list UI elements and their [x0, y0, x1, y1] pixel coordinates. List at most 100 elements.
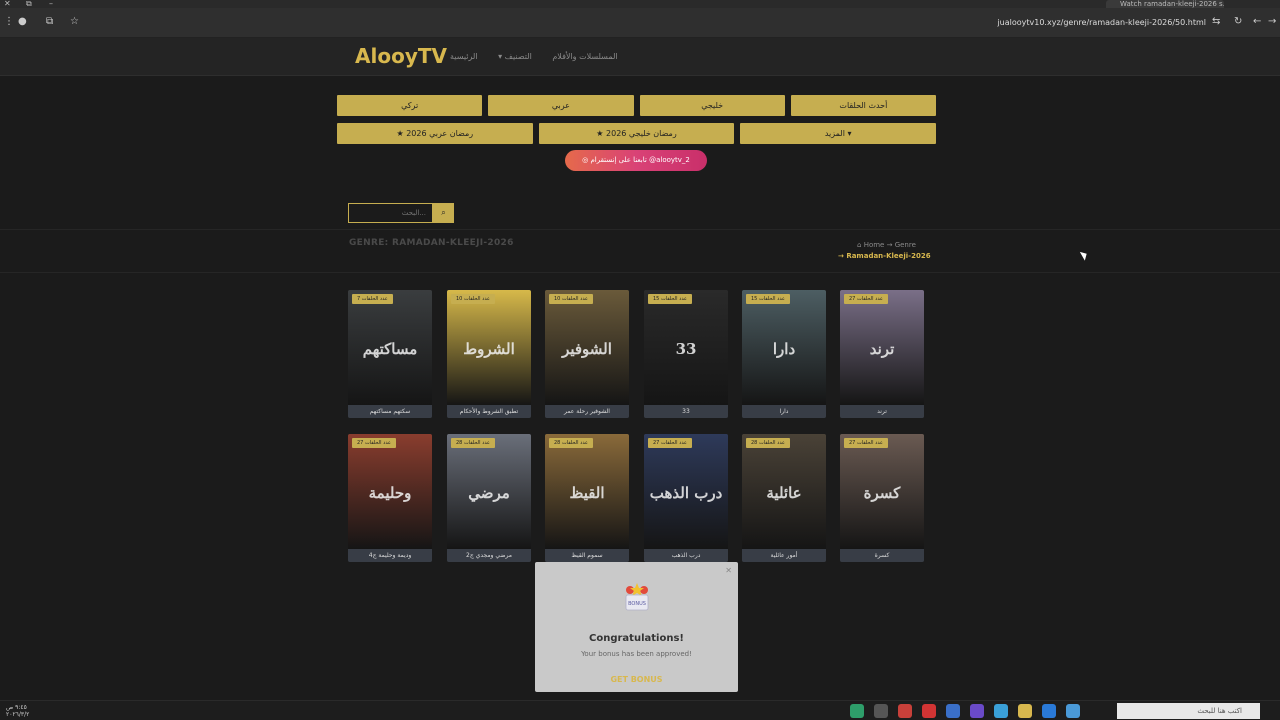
series-card[interactable]: 33 عدد الحلقات 15 33: [644, 290, 728, 418]
browser-tab[interactable]: Watch ramadan-kleeji-2026 s...: [1106, 0, 1224, 8]
back-icon[interactable]: ←: [1253, 16, 1261, 27]
category-ramadan-gulf-button[interactable]: ★ رمضان خليجي 2026: [538, 123, 735, 144]
episode-count-badge: عدد الحلقات 15: [648, 294, 692, 304]
bookmark-star-icon[interactable]: ☆: [70, 16, 79, 27]
browser-tab-strip: ✕ ⧉ – + Watch ramadan-kleeji-2026 s...: [0, 0, 1280, 8]
series-poster[interactable]: كسرة: [840, 434, 924, 549]
series-poster[interactable]: وحليمة: [348, 434, 432, 549]
extensions-icon[interactable]: ⧉: [46, 16, 53, 27]
category-latest-episodes-button[interactable]: أحدث الحلقات: [790, 95, 936, 116]
poster-text: 33: [675, 340, 697, 358]
poster-text: مرضي: [468, 484, 510, 502]
poster-text: درب الذهب: [649, 484, 723, 502]
app-icon[interactable]: [922, 704, 936, 718]
breadcrumb-arrow-icon: →: [886, 241, 895, 249]
menu-icon[interactable]: ⋮: [4, 16, 14, 27]
category-gulf-button[interactable]: خليجي: [639, 95, 785, 116]
breadcrumb: ⌂ Home → Genre: [857, 241, 916, 249]
nav-item-series-movies[interactable]: المسلسلات والأفلام: [552, 52, 617, 61]
series-title[interactable]: دارا: [742, 405, 826, 418]
genre-title: GENRE: RAMADAN-KLEEJI-2026: [349, 238, 514, 248]
series-card[interactable]: كسرة عدد الحلقات 27 كسرة: [840, 434, 924, 562]
taskbar-search[interactable]: اكتب هنا للبحث: [1117, 703, 1260, 719]
series-title[interactable]: درب الذهب: [644, 549, 728, 562]
series-title[interactable]: أمور عائلية: [742, 549, 826, 562]
series-card[interactable]: الشوفير عدد الحلقات 10 الشوفير رحلة عمر: [545, 290, 629, 418]
series-poster[interactable]: عائلية: [742, 434, 826, 549]
file-explorer-icon[interactable]: [1018, 704, 1032, 718]
series-title[interactable]: ترند: [840, 405, 924, 418]
series-poster[interactable]: درب الذهب: [644, 434, 728, 549]
close-icon[interactable]: ✕: [4, 0, 11, 8]
series-poster[interactable]: القيظ: [545, 434, 629, 549]
series-card[interactable]: مساكتهم عدد الحلقات 7 سكتهم مساكتهم: [348, 290, 432, 418]
close-icon[interactable]: ✕: [725, 566, 732, 575]
get-bonus-button[interactable]: GET BONUS: [535, 675, 738, 684]
episode-count-badge: عدد الحلقات 28: [451, 438, 495, 448]
app-icon[interactable]: [850, 704, 864, 718]
poster-text: وحليمة: [368, 484, 412, 502]
system-clock[interactable]: ٩:٤٥ ص ٢٠٢٦/٣/٢: [6, 704, 29, 718]
series-card[interactable]: دارا عدد الحلقات 15 دارا: [742, 290, 826, 418]
series-card[interactable]: مرضي عدد الحلقات 28 مرضي ومجدي ج2: [447, 434, 531, 562]
series-poster[interactable]: مرضي: [447, 434, 531, 549]
series-card[interactable]: القيظ عدد الحلقات 28 سموم القيظ: [545, 434, 629, 562]
home-icon: ⌂: [857, 241, 862, 249]
search-button[interactable]: ⌕: [433, 203, 454, 223]
app-icon[interactable]: [970, 704, 984, 718]
popup-title: Congratulations!: [589, 633, 684, 644]
series-title[interactable]: وديمة وحليمة ج4: [348, 549, 432, 562]
episode-count-badge: عدد الحلقات 15: [746, 294, 790, 304]
url-field[interactable]: jualooytv10.xyz/genre/ramadan-kleeji-202…: [997, 18, 1206, 27]
app-icon[interactable]: [1066, 704, 1080, 718]
series-card[interactable]: وحليمة عدد الحلقات 27 وديمة وحليمة ج4: [348, 434, 432, 562]
episode-count-badge: عدد الحلقات 28: [746, 438, 790, 448]
nav-item-home[interactable]: الرئيسية: [450, 52, 478, 61]
series-title[interactable]: سموم القيظ: [545, 549, 629, 562]
series-title[interactable]: مرضي ومجدي ج2: [447, 549, 531, 562]
gift-box-icon: BONUS: [625, 583, 649, 611]
edge-icon[interactable]: [1042, 704, 1056, 718]
series-poster[interactable]: دارا: [742, 290, 826, 405]
popup-message: Your bonus has been approved!: [581, 650, 692, 658]
series-poster[interactable]: مساكتهم: [348, 290, 432, 405]
reload-icon[interactable]: ↻: [1234, 16, 1242, 27]
series-poster[interactable]: الشوفير: [545, 290, 629, 405]
series-title[interactable]: سكتهم مساكتهم: [348, 405, 432, 418]
episode-count-badge: عدد الحلقات 27: [844, 438, 888, 448]
breadcrumb-current-label: Ramadan-Kleeji-2026: [846, 252, 931, 260]
search-icon: ⌕: [441, 208, 446, 217]
category-turkish-button[interactable]: تركي: [337, 95, 483, 116]
series-card[interactable]: ترند عدد الحلقات 27 ترند: [840, 290, 924, 418]
breadcrumb-home[interactable]: Home: [864, 241, 885, 249]
series-card[interactable]: الشروط عدد الحلقات 10 تطبق الشروط والأحكام: [447, 290, 531, 418]
minimize-icon[interactable]: –: [49, 0, 53, 8]
nav-item-categories[interactable]: التصنيف ▾: [498, 52, 532, 61]
series-poster[interactable]: الشروط: [447, 290, 531, 405]
app-icon[interactable]: [946, 704, 960, 718]
forward-icon[interactable]: →: [1268, 16, 1276, 27]
category-arabic-button[interactable]: عربي: [488, 95, 634, 116]
series-title[interactable]: 33: [644, 405, 728, 418]
taskbar: ٩:٤٥ ص ٢٠٢٦/٣/٢ اكتب هنا للبحث: [0, 700, 1280, 720]
series-card[interactable]: عائلية عدد الحلقات 28 أمور عائلية: [742, 434, 826, 562]
series-poster[interactable]: ترند: [840, 290, 924, 405]
app-icon[interactable]: [994, 704, 1008, 718]
chrome-icon[interactable]: [874, 704, 888, 718]
breadcrumb-genre[interactable]: Genre: [895, 241, 916, 249]
site-logo[interactable]: AlooyTV: [355, 44, 447, 68]
series-poster[interactable]: 33: [644, 290, 728, 405]
series-title[interactable]: الشوفير رحلة عمر: [545, 405, 629, 418]
genre-header: GENRE: RAMADAN-KLEEJI-2026 ⌂ Home → Genr…: [0, 229, 1280, 273]
site-settings-icon[interactable]: ⇆: [1212, 16, 1220, 27]
app-icon[interactable]: [898, 704, 912, 718]
search-input[interactable]: [348, 203, 433, 223]
profile-icon[interactable]: ●: [18, 16, 27, 27]
series-title[interactable]: كسرة: [840, 549, 924, 562]
category-ramadan-arabic-button[interactable]: ★ رمضان عربي 2026: [337, 123, 533, 144]
series-card[interactable]: درب الذهب عدد الحلقات 27 درب الذهب: [644, 434, 728, 562]
category-more-button[interactable]: المزيد ▾: [740, 123, 937, 144]
series-title[interactable]: تطبق الشروط والأحكام: [447, 405, 531, 418]
poster-text: الشوفير: [562, 340, 612, 358]
instagram-follow-button[interactable]: ◎ تابعنا على إنستقرام @alooytv_2: [565, 150, 707, 171]
